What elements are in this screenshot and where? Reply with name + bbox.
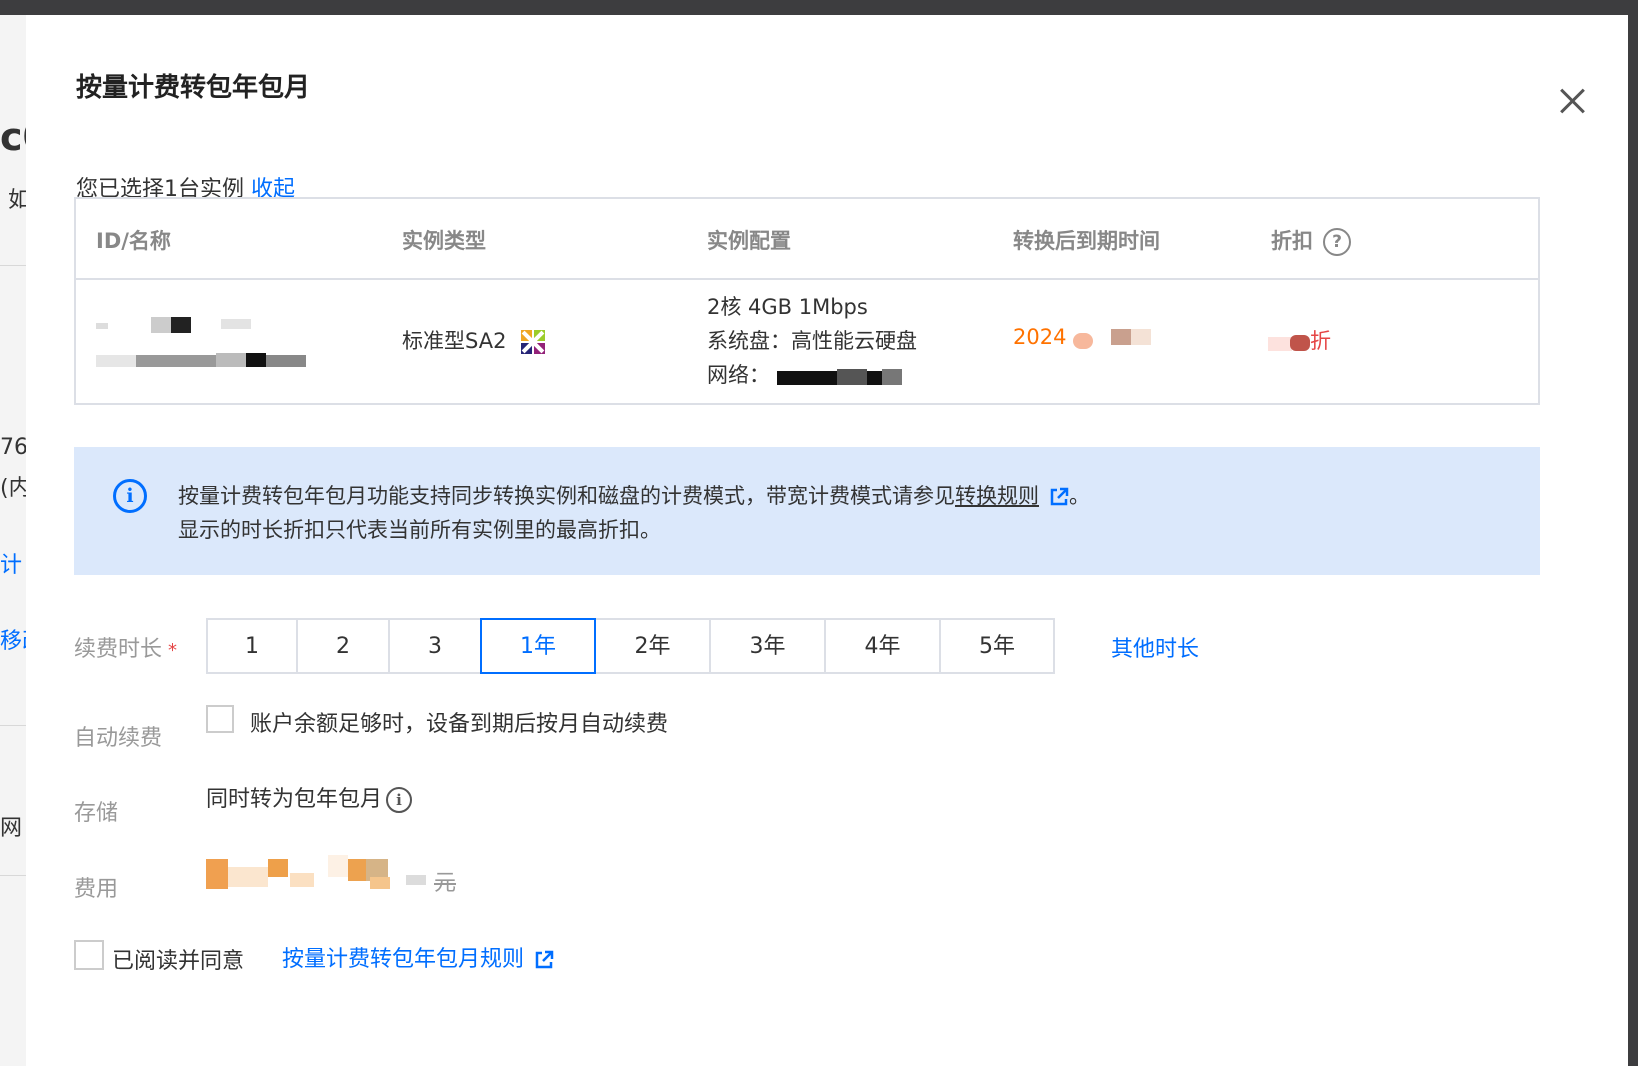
info-icon: i: [113, 479, 147, 513]
storage-label: 存储: [74, 801, 119, 826]
expiry-time-cell: 2024: [1013, 325, 1153, 349]
config-line-3: 网络：: [707, 359, 907, 389]
duration-option-2[interactable]: 2: [296, 618, 390, 674]
close-icon[interactable]: [1556, 85, 1588, 117]
fee-label: 费用: [74, 877, 119, 902]
notice-line-1: 按量计费转包年包月功能支持同步转换实例和磁盘的计费模式，带宽计费模式请参见转换规…: [178, 479, 1090, 513]
redacted-expiry: [1073, 329, 1153, 349]
convert-billing-dialog: 按量计费转包年包月 您已选择1台实例 收起 ID/名称 实例类型 实例配置 转换…: [26, 15, 1628, 1066]
header-id-name: ID/名称: [96, 229, 171, 253]
network-label: 网络：: [707, 363, 770, 387]
instance-type-cell: 标准型SA2: [402, 325, 547, 356]
auto-renew-text: 账户余额足够时，设备到期后按月自动续费: [250, 712, 669, 737]
auto-renew-label: 自动续费: [74, 726, 163, 751]
redacted-discount: [1268, 333, 1310, 351]
instance-table: ID/名称 实例类型 实例配置 转换后到期时间 折扣? 标准型SA2 2核 4G…: [74, 197, 1540, 405]
header-instance-type: 实例类型: [402, 229, 486, 253]
duration-option-4-years[interactable]: 4年: [824, 618, 941, 674]
bg-fragment: 网: [0, 816, 23, 841]
info-notice: i 按量计费转包年包月功能支持同步转换实例和磁盘的计费模式，带宽计费模式请参见转…: [74, 447, 1540, 575]
duration-option-1-year[interactable]: 1年: [480, 618, 596, 674]
external-link-icon[interactable]: [534, 950, 554, 970]
redacted-instance-id: [96, 317, 256, 335]
header-expiry-time: 转换后到期时间: [1013, 229, 1160, 253]
table-header: ID/名称 实例类型 实例配置 转换后到期时间 折扣?: [76, 199, 1538, 280]
duration-option-1[interactable]: 1: [206, 618, 298, 674]
redacted-instance-name: [96, 353, 306, 369]
expiry-prefix: 2024: [1013, 325, 1067, 349]
redacted-fee: [206, 853, 466, 889]
external-link-icon[interactable]: [1049, 487, 1069, 507]
bg-fragment: 76: [0, 435, 28, 460]
duration-option-3[interactable]: 3: [388, 618, 482, 674]
duration-option-3-years[interactable]: 3年: [709, 618, 826, 674]
agreement-text: 已阅读并同意: [112, 949, 245, 974]
duration-option-5-years[interactable]: 5年: [939, 618, 1055, 674]
duration-label-text: 续费时长: [74, 637, 163, 662]
help-icon[interactable]: ?: [1323, 228, 1351, 256]
duration-label: 续费时长 *: [74, 631, 177, 663]
bg-fragment: 计: [0, 553, 23, 578]
config-line-2: 系统盘：高性能云硬盘: [707, 329, 917, 353]
storage-value-text: 同时转为包年包月: [206, 787, 383, 812]
conversion-rules-link[interactable]: 转换规则: [955, 484, 1039, 508]
notice-text: 按量计费转包年包月功能支持同步转换实例和磁盘的计费模式，带宽计费模式请参见转换规…: [178, 479, 1090, 547]
centos-icon: [521, 330, 546, 354]
discount-suffix: 折: [1310, 329, 1331, 353]
instance-type-text: 标准型SA2: [402, 329, 507, 353]
dialog-title: 按量计费转包年包月: [76, 73, 311, 103]
other-duration-link[interactable]: 其他时长: [1111, 631, 1199, 663]
discount-cell: 折: [1268, 325, 1331, 355]
notice-line-1-text: 按量计费转包年包月功能支持同步转换实例和磁盘的计费模式，带宽计费模式请参见: [178, 484, 955, 508]
agreement-rules-link[interactable]: 按量计费转包年包月规则: [282, 947, 524, 972]
auto-renew-checkbox[interactable]: [206, 705, 234, 733]
header-discount: 折扣?: [1271, 225, 1351, 256]
header-instance-config: 实例配置: [707, 229, 791, 253]
original-price-suffix: 元: [434, 871, 457, 896]
info-icon[interactable]: i: [386, 787, 413, 813]
header-discount-label: 折扣: [1271, 229, 1313, 253]
duration-option-2-years[interactable]: 2年: [594, 618, 711, 674]
notice-line-2: 显示的时长折扣只代表当前所有实例里的最高折扣。: [178, 518, 661, 542]
redacted-network: [776, 367, 907, 385]
required-mark: *: [168, 640, 178, 661]
agreement-checkbox[interactable]: [74, 940, 104, 970]
agreement-rules-link-wrap: 按量计费转包年包月规则: [282, 941, 554, 973]
notice-line-1-end: 。: [1069, 484, 1090, 508]
storage-value: 同时转为包年包月 i: [206, 781, 413, 813]
config-line-1: 2核 4GB 1Mbps: [707, 295, 868, 319]
